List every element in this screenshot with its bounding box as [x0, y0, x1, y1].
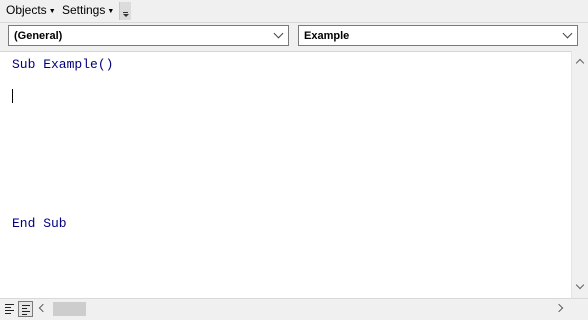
combo-row: (General) Example: [0, 23, 588, 51]
code-editor[interactable]: Sub Example() End Sub: [0, 51, 571, 299]
dropdown-arrow-icon: ▼: [48, 8, 56, 15]
settings-menu[interactable]: Settings ▼: [62, 2, 114, 18]
dropdown-arrow-icon: ▼: [107, 8, 115, 15]
settings-menu-label: Settings: [62, 3, 106, 17]
overflow-icon: [123, 12, 128, 13]
objects-menu-label: Objects: [6, 3, 47, 17]
scroll-down-icon[interactable]: [575, 280, 585, 290]
horizontal-scroll-thumb[interactable]: [53, 302, 86, 316]
vertical-scrollbar[interactable]: [571, 51, 588, 298]
text-caret: [12, 89, 13, 103]
object-dropdown[interactable]: (General): [8, 25, 289, 46]
objects-menu[interactable]: Objects ▼: [6, 2, 56, 18]
scroll-up-icon[interactable]: [575, 58, 585, 68]
object-dropdown-value: (General): [14, 30, 63, 42]
size-grip: [571, 299, 588, 320]
toolbar-menu: Objects ▼ Settings ▼: [0, 0, 588, 23]
bottom-bar: [0, 298, 588, 320]
chevron-down-icon: [273, 28, 284, 39]
chevron-down-icon: [562, 28, 573, 39]
scroll-right-icon[interactable]: [554, 303, 564, 313]
toolbar-overflow-button[interactable]: [119, 2, 131, 20]
procedure-view-button[interactable]: [2, 301, 17, 317]
code-line-end-sub[interactable]: End Sub: [12, 216, 67, 231]
scroll-left-icon[interactable]: [38, 303, 48, 313]
full-module-view-button[interactable]: [18, 301, 33, 317]
procedure-dropdown[interactable]: Example: [298, 25, 578, 46]
code-line-sub[interactable]: Sub Example(): [12, 57, 113, 72]
procedure-dropdown-value: Example: [304, 30, 350, 42]
